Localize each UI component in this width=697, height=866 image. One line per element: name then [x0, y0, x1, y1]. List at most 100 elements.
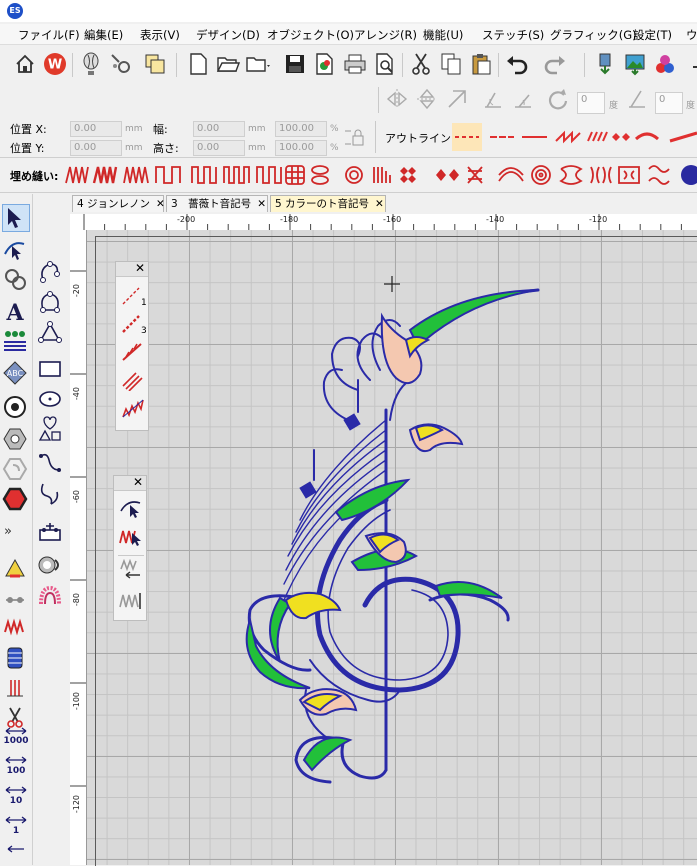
- lock-proportion-icon[interactable]: [343, 127, 365, 149]
- skew-icon[interactable]: [624, 86, 650, 112]
- settings-wand-icon[interactable]: [108, 51, 134, 77]
- circle-tool-icon[interactable]: [2, 394, 30, 422]
- thread-spool-icon[interactable]: [2, 644, 30, 672]
- rotate-right-icon[interactable]: [510, 86, 536, 112]
- step-10-label[interactable]: 10: [2, 796, 30, 806]
- auto-fabric-icon[interactable]: [2, 614, 30, 640]
- close-icon[interactable]: ✕: [257, 198, 266, 210]
- machine-send-icon[interactable]: [592, 51, 618, 77]
- hexagon-hole-icon[interactable]: [2, 426, 30, 454]
- stitch-end-icon[interactable]: [118, 588, 144, 612]
- chenille-icon[interactable]: [37, 584, 63, 610]
- close-icon[interactable]: ✕: [375, 198, 384, 210]
- menu-window[interactable]: ウ: [686, 27, 697, 43]
- mirror-horizontal-icon[interactable]: [384, 86, 410, 112]
- digitize-closed-shape-icon[interactable]: [37, 290, 63, 316]
- tab-color-treble-clef[interactable]: 5 カラーのト音記号 ✕: [270, 195, 386, 212]
- backstitch-icon[interactable]: [120, 340, 146, 364]
- step-100-arrows-icon[interactable]: [4, 755, 28, 765]
- redo-icon[interactable]: [542, 51, 568, 77]
- cutwork-icon[interactable]: [37, 552, 63, 578]
- embroidery-hoop-icon[interactable]: [37, 520, 63, 546]
- stitch-edit-tool-icon[interactable]: [2, 266, 30, 294]
- single-run-icon[interactable]: 1: [120, 284, 146, 308]
- reshape-tool-icon[interactable]: [2, 236, 30, 264]
- edit-stitch-select-icon[interactable]: [118, 524, 144, 548]
- copy-icon[interactable]: [438, 51, 464, 77]
- embroidery-design[interactable]: [240, 270, 550, 790]
- pos-x-input[interactable]: 0.00: [70, 121, 122, 137]
- menu-arrange[interactable]: アレンジ(R): [354, 27, 417, 43]
- stitch-travel-icon[interactable]: [118, 558, 144, 582]
- open-recent-icon[interactable]: [245, 51, 271, 77]
- layers-icon[interactable]: [142, 51, 168, 77]
- step-1000-arrows-icon[interactable]: [4, 726, 28, 736]
- save-icon[interactable]: [282, 51, 308, 77]
- close-icon[interactable]: ✕: [156, 198, 165, 210]
- ellipse-tool-icon[interactable]: [37, 386, 63, 412]
- image-import-icon[interactable]: [622, 51, 648, 77]
- step-10-arrows-icon[interactable]: [4, 785, 28, 795]
- rotate-left-icon[interactable]: [480, 86, 506, 112]
- menu-file[interactable]: ファイル(F): [18, 27, 80, 43]
- menu-view[interactable]: 表示(V): [140, 27, 180, 43]
- undo-icon[interactable]: [504, 51, 530, 77]
- step-1-arrows-icon[interactable]: [4, 815, 28, 825]
- new-file-icon[interactable]: [185, 51, 211, 77]
- digitize-open-shape-icon[interactable]: [37, 260, 63, 286]
- menu-settings[interactable]: 設定(T): [633, 27, 672, 43]
- close-icon[interactable]: ✕: [135, 261, 145, 275]
- mirror-vertical-icon[interactable]: [414, 86, 440, 112]
- menu-design[interactable]: デザイン(D): [196, 27, 260, 43]
- tab-rose-treble-clef[interactable]: 3 薔薇ト音記号 ✕: [166, 195, 268, 212]
- balloon-icon[interactable]: [78, 51, 104, 77]
- team-names-icon[interactable]: [2, 328, 30, 354]
- step-1-label[interactable]: 1: [2, 826, 30, 836]
- expand-toolbar-icon[interactable]: »: [4, 524, 12, 539]
- select-tool-icon[interactable]: [2, 204, 30, 232]
- print-icon[interactable]: [342, 51, 368, 77]
- height-input[interactable]: 0.00: [193, 140, 245, 156]
- needle-points-icon[interactable]: [2, 676, 30, 702]
- wilcom-logo-icon[interactable]: W: [42, 51, 68, 77]
- thread-colors-icon[interactable]: [652, 51, 678, 77]
- close-icon[interactable]: ✕: [133, 475, 143, 489]
- rotate-angle-icon[interactable]: [545, 86, 571, 112]
- rotate-angle-input[interactable]: 0: [577, 92, 605, 114]
- skew-angle-input[interactable]: 0: [655, 92, 683, 114]
- open-folder-icon[interactable]: [215, 51, 241, 77]
- outline-offset-icon[interactable]: [2, 456, 30, 484]
- edit-reshape-icon[interactable]: [118, 496, 144, 520]
- lettering-tool-icon[interactable]: A: [2, 298, 30, 326]
- remove-overlap-icon[interactable]: [2, 486, 30, 514]
- tab-john-lennon[interactable]: 4 ジョンレノン ✕: [72, 195, 165, 212]
- paste-icon[interactable]: [468, 51, 494, 77]
- step-1000-label[interactable]: 1000: [2, 736, 30, 746]
- step-back-arrow-icon[interactable]: [4, 844, 28, 854]
- monogram-icon[interactable]: ABC: [2, 360, 30, 386]
- sequence-icon[interactable]: [2, 586, 30, 612]
- run-stitch-curve-icon[interactable]: [37, 450, 63, 476]
- scale-width-input[interactable]: 100.00: [275, 121, 327, 137]
- print-preview-icon[interactable]: [372, 51, 398, 77]
- rotate-free-icon[interactable]: [444, 86, 470, 112]
- menu-graphic[interactable]: グラフィック(G): [550, 27, 637, 43]
- shapes-tool-icon[interactable]: [37, 416, 63, 442]
- pos-y-input[interactable]: 0.00: [70, 140, 122, 156]
- more-toolbar-icon[interactable]: [684, 51, 697, 77]
- width-input[interactable]: 0.00: [193, 121, 245, 137]
- digitize-polygon-icon[interactable]: [37, 320, 63, 346]
- cut-icon[interactable]: [408, 51, 434, 77]
- step-100-label[interactable]: 100: [2, 766, 30, 776]
- zigzag-line-icon[interactable]: [120, 396, 146, 420]
- freehand-curve-icon[interactable]: [37, 480, 63, 506]
- menu-edit[interactable]: 編集(E): [84, 27, 123, 43]
- triple-run-icon[interactable]: 3: [120, 312, 146, 336]
- export-icon[interactable]: [312, 51, 338, 77]
- applique-icon[interactable]: [2, 556, 30, 582]
- satin-line-icon[interactable]: [120, 368, 146, 392]
- rectangle-tool-icon[interactable]: [37, 356, 63, 382]
- menu-object[interactable]: オブジェクト(O): [267, 27, 354, 43]
- menu-stitch[interactable]: ステッチ(S): [482, 27, 544, 43]
- home-icon[interactable]: [12, 51, 38, 77]
